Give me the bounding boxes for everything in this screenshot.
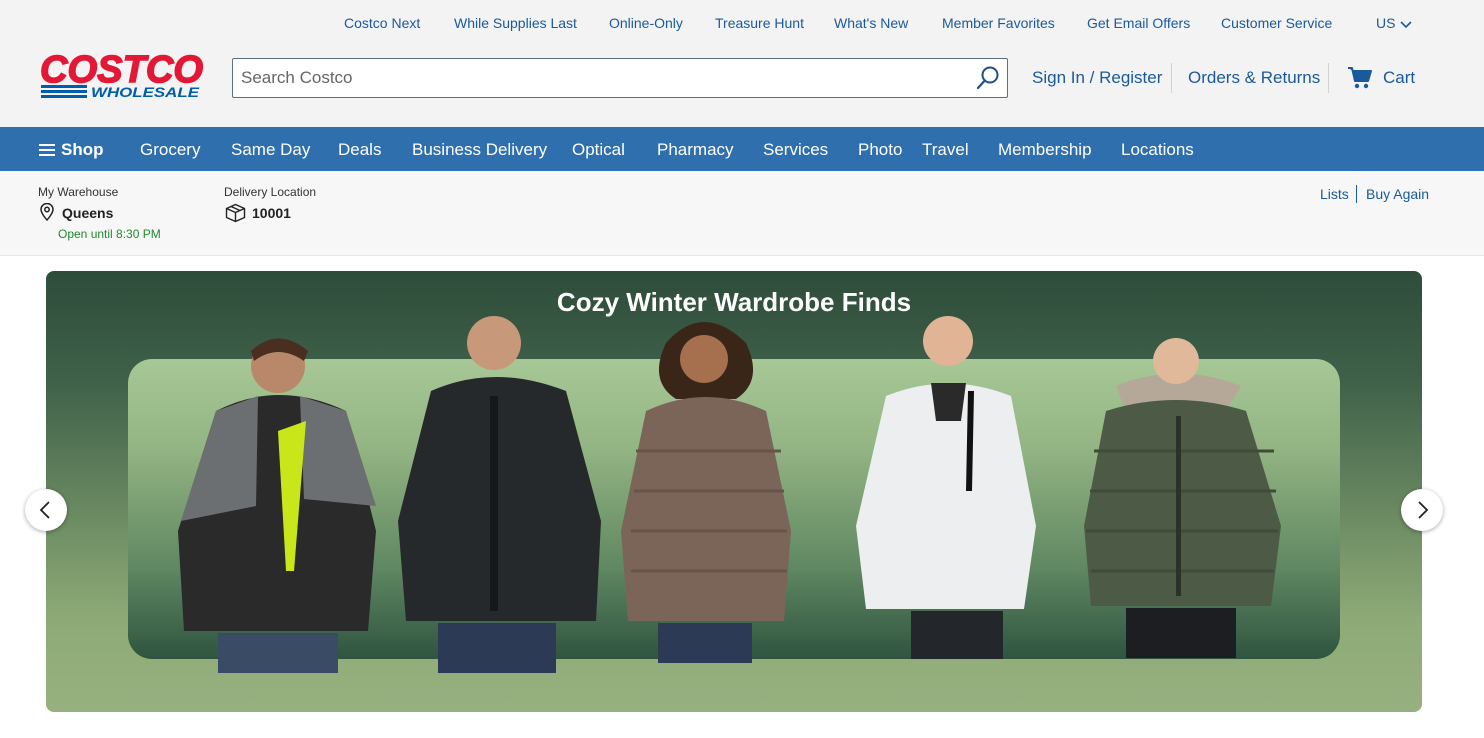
nav-item-travel[interactable]: Travel [922, 140, 969, 160]
header: Costco Next While Supplies Last Online-O… [0, 0, 1484, 127]
hero-jackets-image [178, 316, 1281, 673]
shop-menu-button[interactable]: Shop [39, 140, 104, 160]
nav-item-services[interactable]: Services [763, 140, 828, 160]
nav-item-business-delivery[interactable]: Business Delivery [412, 140, 547, 160]
location-bar: My Warehouse Queens Open until 8:30 PM D… [0, 171, 1484, 256]
carousel-prev-button[interactable] [25, 489, 67, 531]
warehouse-label: My Warehouse [38, 185, 119, 199]
nav-item-pharmacy[interactable]: Pharmacy [657, 140, 734, 160]
nav-item-photo[interactable]: Photo [858, 140, 902, 160]
delivery-zip[interactable]: 10001 [252, 205, 291, 221]
divider [1356, 185, 1357, 203]
nav-item-same-day[interactable]: Same Day [231, 140, 310, 160]
nav-item-grocery[interactable]: Grocery [140, 140, 200, 160]
main-nav: Shop Grocery Same Day Deals Business Del… [0, 127, 1484, 171]
warehouse-hours: Open until 8:30 PM [58, 227, 161, 241]
utility-link-customer-service[interactable]: Customer Service [1221, 15, 1332, 31]
country-label: US [1376, 15, 1396, 31]
divider [1328, 63, 1329, 93]
utility-nav: Costco Next While Supplies Last Online-O… [0, 15, 1484, 35]
nav-item-membership[interactable]: Membership [998, 140, 1092, 160]
cart-icon[interactable] [1347, 66, 1373, 90]
hero-title: Cozy Winter Wardrobe Finds [556, 287, 912, 317]
chevron-right-icon [1418, 501, 1429, 519]
utility-link-get-email-offers[interactable]: Get Email Offers [1087, 15, 1190, 31]
chevron-left-icon [39, 501, 50, 519]
buy-again-link[interactable]: Buy Again [1366, 186, 1429, 202]
search-input[interactable] [233, 59, 963, 97]
logo-subtitle: WHOLESALE [91, 84, 200, 100]
warehouse-name[interactable]: Queens [62, 205, 113, 221]
nav-item-locations[interactable]: Locations [1121, 140, 1194, 160]
carousel-next-button[interactable] [1401, 489, 1443, 531]
shop-label: Shop [61, 140, 104, 159]
hero-banner[interactable]: Cozy Winter Wardrobe Finds [46, 271, 1422, 712]
chevron-down-icon [1400, 16, 1413, 32]
utility-link-member-favorites[interactable]: Member Favorites [942, 15, 1055, 31]
nav-item-optical[interactable]: Optical [572, 140, 625, 160]
orders-returns-link[interactable]: Orders & Returns [1188, 68, 1320, 88]
search-bar [232, 58, 1008, 98]
country-selector[interactable]: US [1376, 15, 1413, 32]
search-icon [976, 66, 999, 90]
lists-link[interactable]: Lists [1320, 186, 1349, 202]
package-icon [225, 203, 246, 223]
utility-link-costco-next[interactable]: Costco Next [344, 15, 420, 31]
utility-link-treasure-hunt[interactable]: Treasure Hunt [715, 15, 804, 31]
divider [1171, 63, 1172, 93]
utility-link-whats-new[interactable]: What's New [834, 15, 908, 31]
location-pin-icon [39, 202, 55, 222]
delivery-location-label: Delivery Location [224, 185, 317, 199]
sign-in-register-link[interactable]: Sign In / Register [1032, 68, 1162, 88]
nav-item-deals[interactable]: Deals [338, 140, 381, 160]
menu-icon [39, 144, 55, 156]
costco-logo[interactable]: COSTCO WHOLESALE [39, 48, 207, 100]
cart-link[interactable]: Cart [1383, 68, 1415, 88]
utility-link-while-supplies-last[interactable]: While Supplies Last [454, 15, 577, 31]
search-button[interactable] [975, 65, 1001, 91]
utility-link-online-only[interactable]: Online-Only [609, 15, 683, 31]
